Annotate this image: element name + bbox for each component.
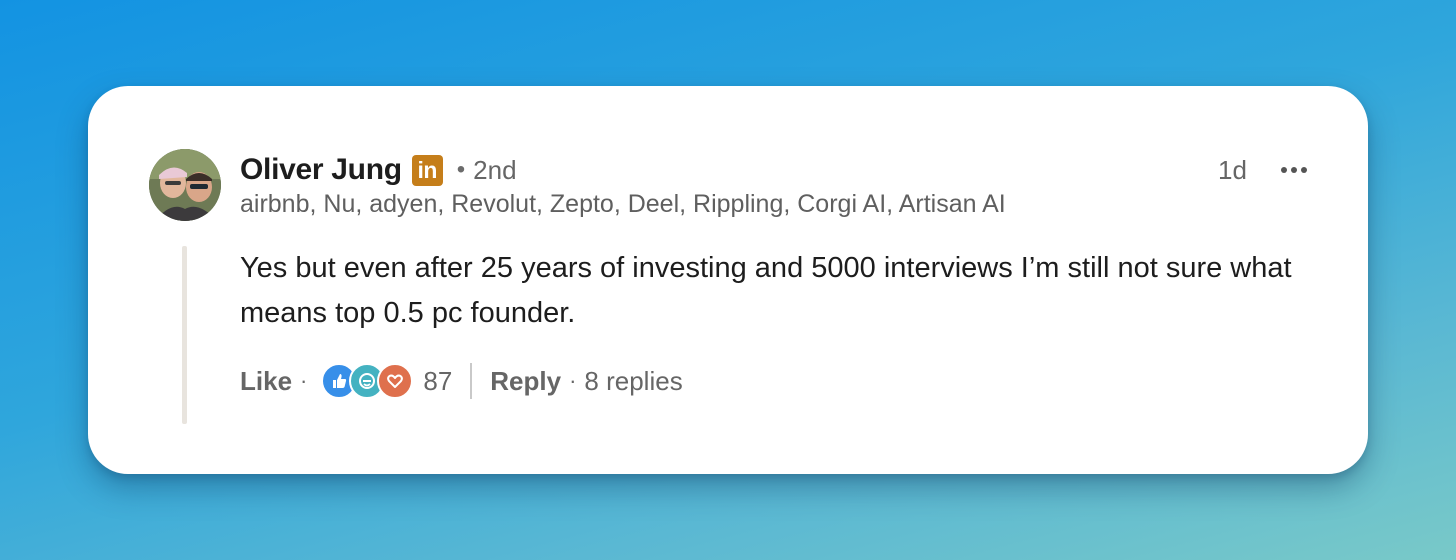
like-button[interactable]: Like xyxy=(240,366,292,397)
comment-text: Yes but even after 25 years of investing… xyxy=(240,252,1292,329)
comment-timestamp: 1d xyxy=(1218,155,1247,185)
comment-actions: Like · 87 Reply · 8 replies xyxy=(240,360,683,402)
separator-dot: · xyxy=(569,368,577,393)
connection-degree: 2nd xyxy=(473,154,517,185)
comment-header: Oliver Jung in • 2nd xyxy=(240,150,517,190)
avatar[interactable] xyxy=(149,149,221,221)
separator-bullet: • xyxy=(456,156,466,183)
separator-dot: · xyxy=(300,368,308,393)
replies-link[interactable]: 8 replies xyxy=(584,366,682,397)
author-name[interactable]: Oliver Jung xyxy=(240,153,402,187)
reactions-summary[interactable] xyxy=(321,363,414,399)
reply-button[interactable]: Reply xyxy=(490,366,561,397)
author-headline: airbnb, Nu, adyen, Revolut, Zepto, Deel,… xyxy=(240,190,1006,218)
love-reaction-icon xyxy=(377,363,414,399)
action-divider xyxy=(470,363,473,399)
comment-card: Oliver Jung in • 2nd airbnb, Nu, adyen, … xyxy=(88,86,1368,474)
linkedin-badge-icon: in xyxy=(411,154,443,186)
reaction-count[interactable]: 87 xyxy=(423,366,452,397)
more-options-icon[interactable] xyxy=(1274,152,1314,188)
thread-line xyxy=(182,246,187,424)
